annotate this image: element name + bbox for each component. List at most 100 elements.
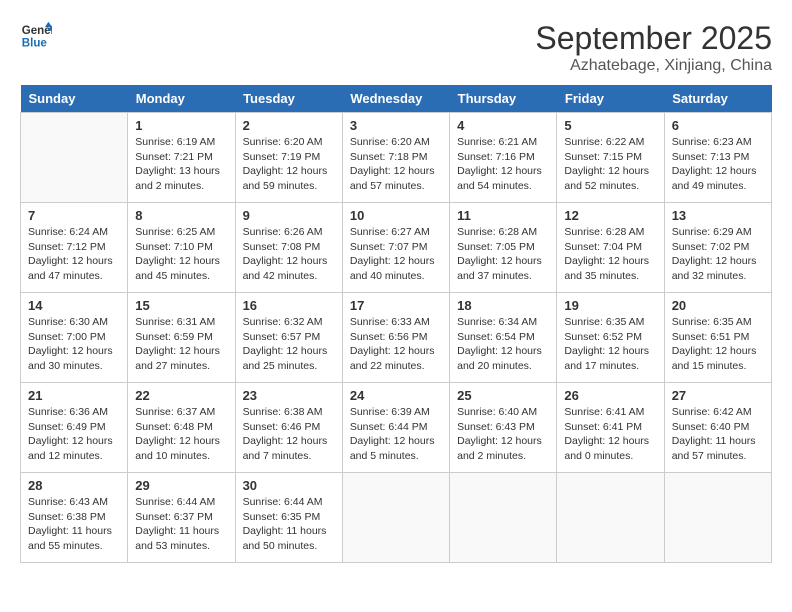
calendar-cell [342,473,449,563]
calendar-cell: 28 Sunrise: 6:43 AM Sunset: 6:38 PM Dayli… [21,473,128,563]
calendar-cell: 18 Sunrise: 6:34 AM Sunset: 6:54 PM Dayli… [450,293,557,383]
day-number: 27 [672,388,764,403]
day-info: Sunrise: 6:36 AM Sunset: 6:49 PM Dayligh… [28,405,120,464]
day-number: 29 [135,478,227,493]
day-info: Sunrise: 6:33 AM Sunset: 6:56 PM Dayligh… [350,315,442,374]
calendar-cell [557,473,664,563]
calendar-week-1: 1Sunrise: 6:19 AM Sunset: 7:21 PM Daylig… [21,113,772,203]
day-info: Sunrise: 6:21 AM Sunset: 7:16 PM Dayligh… [457,135,549,194]
day-info: Sunrise: 6:28 AM Sunset: 7:04 PM Dayligh… [564,225,656,284]
calendar-cell: 1Sunrise: 6:19 AM Sunset: 7:21 PM Daylig… [128,113,235,203]
calendar-cell: 21 Sunrise: 6:36 AM Sunset: 6:49 PM Dayli… [21,383,128,473]
day-info: Sunrise: 6:20 AM Sunset: 7:19 PM Dayligh… [243,135,335,194]
calendar-cell: 19 Sunrise: 6:35 AM Sunset: 6:52 PM Dayli… [557,293,664,383]
day-number: 12 [564,208,656,223]
calendar-header-row: SundayMondayTuesdayWednesdayThursdayFrid… [21,85,772,113]
calendar-cell: 27 Sunrise: 6:42 AM Sunset: 6:40 PM Dayli… [664,383,771,473]
day-number: 20 [672,298,764,313]
day-number: 18 [457,298,549,313]
calendar-cell: 23Sunrise: 6:38 AM Sunset: 6:46 PM Dayli… [235,383,342,473]
calendar-cell: 11 Sunrise: 6:28 AM Sunset: 7:05 PM Dayli… [450,203,557,293]
day-number: 4 [457,118,549,133]
calendar-cell: 30 Sunrise: 6:44 AM Sunset: 6:35 PM Dayli… [235,473,342,563]
day-number: 9 [243,208,335,223]
day-info: Sunrise: 6:31 AM Sunset: 6:59 PM Dayligh… [135,315,227,374]
day-info: Sunrise: 6:43 AM Sunset: 6:38 PM Dayligh… [28,495,120,554]
day-number: 10 [350,208,442,223]
calendar-week-3: 14 Sunrise: 6:30 AM Sunset: 7:00 PM Dayli… [21,293,772,383]
calendar-cell: 24 Sunrise: 6:39 AM Sunset: 6:44 PM Dayli… [342,383,449,473]
calendar-cell: 7Sunrise: 6:24 AM Sunset: 7:12 PM Daylig… [21,203,128,293]
calendar-cell: 4 Sunrise: 6:21 AM Sunset: 7:16 PM Daylig… [450,113,557,203]
day-number: 22 [135,388,227,403]
day-number: 2 [243,118,335,133]
day-number: 25 [457,388,549,403]
column-header-sunday: Sunday [21,85,128,113]
calendar-cell: 13 Sunrise: 6:29 AM Sunset: 7:02 PM Dayli… [664,203,771,293]
column-header-wednesday: Wednesday [342,85,449,113]
day-info: Sunrise: 6:30 AM Sunset: 7:00 PM Dayligh… [28,315,120,374]
calendar-cell [664,473,771,563]
column-header-monday: Monday [128,85,235,113]
day-info: Sunrise: 6:35 AM Sunset: 6:51 PM Dayligh… [672,315,764,374]
day-number: 30 [243,478,335,493]
day-info: Sunrise: 6:25 AM Sunset: 7:10 PM Dayligh… [135,225,227,284]
day-number: 17 [350,298,442,313]
day-number: 11 [457,208,549,223]
location-subtitle: Azhatebage, Xinjiang, China [535,57,772,75]
calendar-cell: 25 Sunrise: 6:40 AM Sunset: 6:43 PM Dayli… [450,383,557,473]
page-header: General Blue September 2025 Azhatebage, … [20,20,772,75]
calendar-body: 1Sunrise: 6:19 AM Sunset: 7:21 PM Daylig… [21,113,772,563]
month-title: September 2025 [535,20,772,57]
day-info: Sunrise: 6:42 AM Sunset: 6:40 PM Dayligh… [672,405,764,464]
day-number: 14 [28,298,120,313]
calendar-cell: 9Sunrise: 6:26 AM Sunset: 7:08 PM Daylig… [235,203,342,293]
day-info: Sunrise: 6:44 AM Sunset: 6:35 PM Dayligh… [243,495,335,554]
calendar-cell: 29 Sunrise: 6:44 AM Sunset: 6:37 PM Dayli… [128,473,235,563]
day-info: Sunrise: 6:27 AM Sunset: 7:07 PM Dayligh… [350,225,442,284]
day-number: 23 [243,388,335,403]
day-info: Sunrise: 6:39 AM Sunset: 6:44 PM Dayligh… [350,405,442,464]
day-number: 5 [564,118,656,133]
day-info: Sunrise: 6:34 AM Sunset: 6:54 PM Dayligh… [457,315,549,374]
day-number: 28 [28,478,120,493]
day-number: 6 [672,118,764,133]
calendar-cell: 15 Sunrise: 6:31 AM Sunset: 6:59 PM Dayli… [128,293,235,383]
column-header-friday: Friday [557,85,664,113]
day-number: 3 [350,118,442,133]
calendar-cell: 2 Sunrise: 6:20 AM Sunset: 7:19 PM Daylig… [235,113,342,203]
calendar-cell: 22 Sunrise: 6:37 AM Sunset: 6:48 PM Dayli… [128,383,235,473]
calendar-cell: 17 Sunrise: 6:33 AM Sunset: 6:56 PM Dayli… [342,293,449,383]
day-number: 16 [243,298,335,313]
day-info: Sunrise: 6:28 AM Sunset: 7:05 PM Dayligh… [457,225,549,284]
calendar-cell: 10 Sunrise: 6:27 AM Sunset: 7:07 PM Dayli… [342,203,449,293]
day-number: 8 [135,208,227,223]
calendar-cell: 14 Sunrise: 6:30 AM Sunset: 7:00 PM Dayli… [21,293,128,383]
day-number: 15 [135,298,227,313]
column-header-saturday: Saturday [664,85,771,113]
day-number: 24 [350,388,442,403]
day-info: Sunrise: 6:37 AM Sunset: 6:48 PM Dayligh… [135,405,227,464]
day-number: 13 [672,208,764,223]
calendar-cell: 5 Sunrise: 6:22 AM Sunset: 7:15 PM Daylig… [557,113,664,203]
calendar-week-5: 28 Sunrise: 6:43 AM Sunset: 6:38 PM Dayli… [21,473,772,563]
logo: General Blue [20,20,52,52]
day-number: 21 [28,388,120,403]
day-number: 19 [564,298,656,313]
day-number: 7 [28,208,120,223]
day-info: Sunrise: 6:22 AM Sunset: 7:15 PM Dayligh… [564,135,656,194]
day-info: Sunrise: 6:44 AM Sunset: 6:37 PM Dayligh… [135,495,227,554]
day-info: Sunrise: 6:23 AM Sunset: 7:13 PM Dayligh… [672,135,764,194]
day-info: Sunrise: 6:32 AM Sunset: 6:57 PM Dayligh… [243,315,335,374]
calendar-cell [21,113,128,203]
calendar-cell [450,473,557,563]
day-info: Sunrise: 6:35 AM Sunset: 6:52 PM Dayligh… [564,315,656,374]
column-header-tuesday: Tuesday [235,85,342,113]
day-number: 26 [564,388,656,403]
day-info: Sunrise: 6:29 AM Sunset: 7:02 PM Dayligh… [672,225,764,284]
day-info: Sunrise: 6:40 AM Sunset: 6:43 PM Dayligh… [457,405,549,464]
calendar-cell: 3 Sunrise: 6:20 AM Sunset: 7:18 PM Daylig… [342,113,449,203]
calendar-week-2: 7Sunrise: 6:24 AM Sunset: 7:12 PM Daylig… [21,203,772,293]
day-info: Sunrise: 6:19 AM Sunset: 7:21 PM Dayligh… [135,135,227,194]
day-info: Sunrise: 6:20 AM Sunset: 7:18 PM Dayligh… [350,135,442,194]
